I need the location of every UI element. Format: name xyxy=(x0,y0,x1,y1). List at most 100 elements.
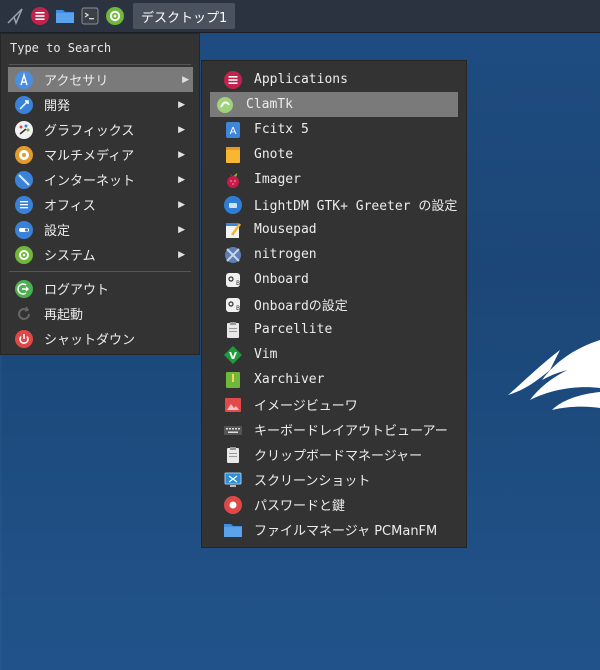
category-label: アクセサリ xyxy=(44,74,109,89)
archive-icon xyxy=(223,370,243,390)
submenu-arrow-icon: ▶ xyxy=(178,199,185,210)
app-keyboard-layout-viewer[interactable]: キーボードレイアウトビューアー xyxy=(210,417,458,442)
submenu-arrow-icon: ▶ xyxy=(182,74,189,85)
logout-icon xyxy=(14,279,34,299)
image-viewer-icon xyxy=(223,395,243,415)
workspace-button[interactable]: デスクトップ1 xyxy=(133,3,236,29)
category-system[interactable]: システム ▶ xyxy=(1,242,191,267)
desktop-logo xyxy=(508,340,600,410)
reboot-icon xyxy=(14,304,34,324)
note-icon xyxy=(223,145,243,165)
app-label: Imager xyxy=(254,172,301,187)
session-label: ログアウト xyxy=(44,283,110,298)
accessories-icon xyxy=(14,70,34,90)
app-nitrogen[interactable]: nitrogen xyxy=(210,242,458,267)
main-menu: Type to Search アクセサリ ▶ 開発 ▶ グラフィックス ▶ マル… xyxy=(0,33,200,355)
password-icon xyxy=(223,495,243,515)
app-label: キーボードレイアウトビューアー xyxy=(254,424,448,439)
clipboard-icon xyxy=(223,320,243,340)
file-manager-icon[interactable] xyxy=(54,5,76,27)
session-label: 再起動 xyxy=(44,308,84,323)
category-settings[interactable]: 設定 ▶ xyxy=(1,217,191,242)
screenshot-icon xyxy=(223,470,243,490)
app-passwords-keys[interactable]: パスワードと鍵 xyxy=(210,492,458,517)
app-menu-icon[interactable] xyxy=(29,5,51,27)
app-onboard-settings[interactable]: B Onboardの設定 xyxy=(210,292,458,317)
category-label: マルチメディア xyxy=(44,149,135,164)
category-office[interactable]: オフィス ▶ xyxy=(1,192,191,217)
app-label: イメージビューワ xyxy=(254,399,358,414)
svg-text:B: B xyxy=(236,280,240,287)
app-fcitx5[interactable]: A Fcitx 5 xyxy=(210,117,458,142)
keyboard-icon xyxy=(223,420,243,440)
app-label: Vim xyxy=(254,347,278,362)
multimedia-icon xyxy=(14,145,34,165)
system-icon xyxy=(14,245,34,265)
category-graphics[interactable]: グラフィックス ▶ xyxy=(1,117,191,142)
app-label: Applications xyxy=(254,72,348,87)
app-label: Onboardの設定 xyxy=(254,299,348,314)
app-label: スクリーンショット xyxy=(254,474,371,489)
onboard-icon: B xyxy=(223,270,243,290)
category-label: オフィス xyxy=(44,199,96,214)
nitrogen-icon xyxy=(223,245,243,265)
category-internet[interactable]: インターネット ▶ xyxy=(1,167,191,192)
app-applications[interactable]: Applications xyxy=(210,67,458,92)
app-clipboard-manager[interactable]: クリップボードマネージャー xyxy=(210,442,458,467)
shutdown-item[interactable]: シャットダウン xyxy=(1,326,191,351)
category-multimedia[interactable]: マルチメディア ▶ xyxy=(1,142,191,167)
onboard-settings-icon: B xyxy=(223,295,243,315)
folder-icon xyxy=(223,520,243,540)
applications-icon xyxy=(223,70,243,90)
mousepad-icon xyxy=(223,220,243,240)
terminal-icon[interactable] xyxy=(79,5,101,27)
app-label: LightDM GTK+ Greeter の設定 xyxy=(254,199,458,214)
reboot-item[interactable]: 再起動 xyxy=(1,301,191,326)
category-label: 開発 xyxy=(44,99,71,114)
app-parcellite[interactable]: Parcellite xyxy=(210,317,458,342)
clipboard-manager-icon xyxy=(223,445,243,465)
raspberry-icon xyxy=(223,170,243,190)
app-label: Xarchiver xyxy=(254,372,325,387)
taskbar: デスクトップ1 xyxy=(0,0,600,33)
submenu-arrow-icon: ▶ xyxy=(178,224,185,235)
app-mousepad[interactable]: Mousepad xyxy=(210,217,458,242)
menu-divider xyxy=(9,64,191,65)
settings-tray-icon[interactable] xyxy=(104,5,126,27)
app-lightdm-greeter[interactable]: LightDM GTK+ Greeter の設定 xyxy=(210,192,458,217)
clamtk-icon xyxy=(215,95,235,115)
app-vim[interactable]: V Vim xyxy=(210,342,458,367)
category-development[interactable]: 開発 ▶ xyxy=(1,92,191,117)
logout-item[interactable]: ログアウト xyxy=(1,276,191,301)
svg-text:B: B xyxy=(236,305,240,312)
app-label: nitrogen xyxy=(254,247,317,262)
app-label: クリップボードマネージャー xyxy=(254,449,423,464)
submenu-arrow-icon: ▶ xyxy=(178,99,185,110)
app-label: Parcellite xyxy=(254,322,333,337)
development-icon xyxy=(14,95,34,115)
app-pcmanfm[interactable]: ファイルマネージャ PCManFM xyxy=(210,517,458,542)
category-label: システム xyxy=(44,249,96,264)
vim-icon: V xyxy=(223,345,243,365)
app-imager[interactable]: Imager xyxy=(210,167,458,192)
settings-icon xyxy=(14,220,34,240)
submenu-arrow-icon: ▶ xyxy=(178,174,185,185)
category-label: 設定 xyxy=(44,224,71,239)
app-label: Mousepad xyxy=(254,222,317,237)
launcher-icon[interactable] xyxy=(4,5,26,27)
lightdm-icon xyxy=(223,195,243,215)
submenu-arrow-icon: ▶ xyxy=(178,124,185,135)
app-label: Gnote xyxy=(254,147,294,162)
search-input[interactable]: Type to Search xyxy=(1,34,199,62)
office-icon xyxy=(14,195,34,215)
app-screenshot[interactable]: スクリーンショット xyxy=(210,467,458,492)
category-accessories[interactable]: アクセサリ ▶ xyxy=(8,67,193,92)
app-label: ファイルマネージャ PCManFM xyxy=(254,524,438,539)
graphics-icon xyxy=(14,120,34,140)
app-image-viewer[interactable]: イメージビューワ xyxy=(210,392,458,417)
app-onboard[interactable]: B Onboard xyxy=(210,267,458,292)
submenu-arrow-icon: ▶ xyxy=(178,249,185,260)
app-clamtk[interactable]: ClamTk xyxy=(210,92,458,117)
app-gnote[interactable]: Gnote xyxy=(210,142,458,167)
app-xarchiver[interactable]: Xarchiver xyxy=(210,367,458,392)
